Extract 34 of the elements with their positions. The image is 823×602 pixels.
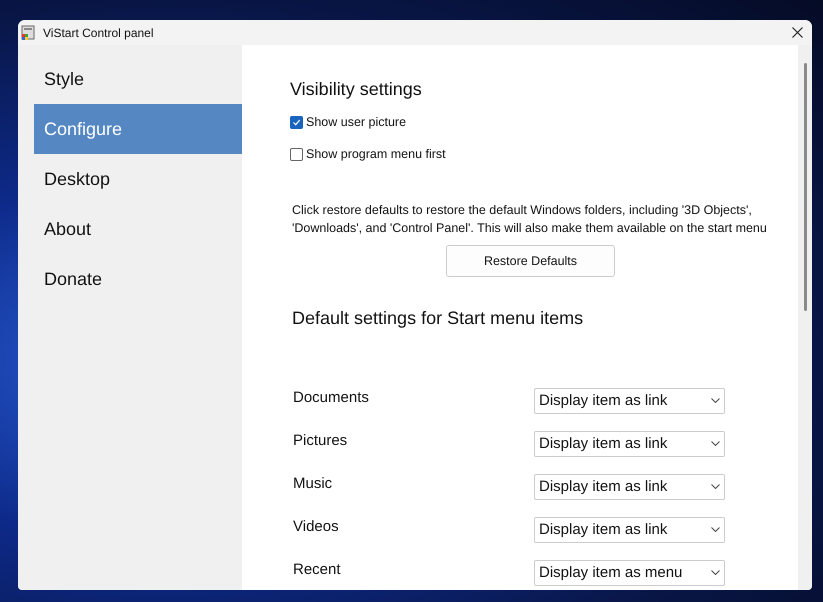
close-icon[interactable] xyxy=(792,27,803,38)
scrollbar-thumb[interactable] xyxy=(804,63,806,311)
description-text: Click restore defaults to restore the default Windows folders, including '3D Objects', 'Downloads', and 'Control Panel'. This will also make them available on the start menu xyxy=(292,202,768,237)
item-label: Videos xyxy=(293,518,340,535)
chevron-down-icon xyxy=(711,398,720,403)
item-label: Documents xyxy=(293,389,370,406)
chevron-down-icon xyxy=(711,484,720,489)
dropdown[interactable]: Display item as link xyxy=(534,474,725,500)
dropdown[interactable]: Display item as link xyxy=(534,430,725,456)
scrollbar[interactable] xyxy=(798,45,812,590)
checkmark-icon xyxy=(292,118,301,126)
section-heading: Visibility settings xyxy=(290,79,423,100)
app-icon xyxy=(21,24,37,40)
dropdown[interactable]: Display item as link xyxy=(534,388,725,414)
item-label: Music xyxy=(293,475,334,492)
dropdown[interactable]: Display item as menu xyxy=(534,560,725,586)
chevron-down-icon xyxy=(711,441,720,446)
item-label: Recent xyxy=(293,561,342,578)
restore-defaults-button[interactable]: Restore Defaults xyxy=(446,245,615,277)
section-heading: Default settings for Start menu items xyxy=(292,308,584,329)
window-title: ViStart Control panel xyxy=(43,26,155,40)
checkbox-label: Show user picture xyxy=(306,115,406,129)
checkbox-label: Show program menu first xyxy=(306,147,446,161)
sidebar-item[interactable]: Configure xyxy=(34,104,242,154)
sidebar-item[interactable]: Donate xyxy=(34,254,242,304)
checkbox[interactable] xyxy=(290,148,303,160)
chevron-down-icon xyxy=(711,570,720,575)
sidebar-item[interactable]: Style xyxy=(34,54,242,104)
dropdown[interactable]: Display item as link xyxy=(534,516,725,542)
sidebar-item[interactable]: Desktop xyxy=(34,154,242,204)
chevron-down-icon xyxy=(711,527,720,532)
item-label: Pictures xyxy=(293,432,348,449)
checkbox[interactable] xyxy=(290,116,303,128)
sidebar-item[interactable]: About xyxy=(34,204,242,254)
